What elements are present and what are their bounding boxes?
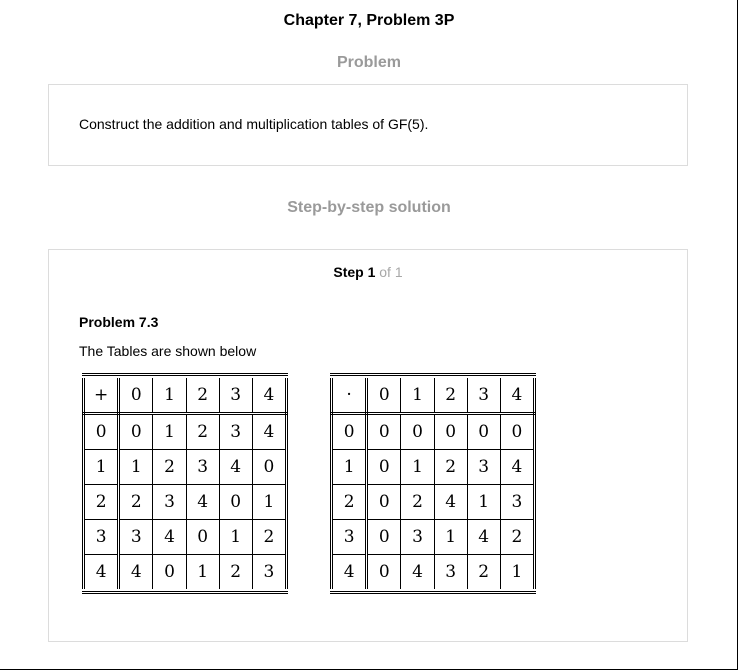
table-cell: 3 [466,449,501,485]
table-header-cell: 2 [185,378,220,415]
table-row: 4 0 4 3 2 1 [329,554,537,589]
table-cell: 3 [218,413,253,450]
table-header-cell: 0 [366,378,402,415]
table-header-cell: 1 [152,378,187,415]
problem-heading: Problem [336,54,401,71]
solution-heading: Step-by-step solution [287,199,451,216]
table-cell: 1 [185,554,220,589]
table-cell: 1 [251,484,289,520]
table-cell: 4 [185,484,220,520]
table-row: 1 0 1 2 3 4 [329,449,537,485]
table-cell: 4 [466,519,501,555]
table-cell: 3 [185,449,220,485]
chapter-title: Chapter 7, Problem 3P [283,12,455,29]
table-cell: 2 [118,484,154,520]
problem-text: Construct the addition and multiplicatio… [79,116,429,132]
table-cell: 1 [433,519,468,555]
table-cell: 0 [433,413,468,450]
solution-card: Step 1 of 1 Problem 7.3 The Tables are s… [48,249,688,642]
table-cell: 0 [185,519,220,555]
table-operator: + [81,378,121,415]
table-cell: 0 [499,413,537,450]
table-row-header: 2 [329,484,369,520]
table-cell: 2 [152,449,187,485]
table-row-header: 1 [329,449,369,485]
table-cell: 0 [218,484,253,520]
table-cell: 4 [218,449,253,485]
addition-table: + 0 1 2 3 4 0 0 1 2 3 4 1 1 2 3 4 0 2 2 … [81,378,289,589]
table-cell: 2 [499,519,537,555]
table-row: 0 0 0 0 0 0 [329,413,537,450]
problem-card: Construct the addition and multiplicatio… [48,84,688,166]
table-row: 0 0 1 2 3 4 [81,413,289,450]
table-row-header: 3 [329,519,369,555]
table-header-cell: 3 [218,378,253,415]
table-cell: 2 [466,554,501,589]
table-row: 4 4 0 1 2 3 [81,554,289,589]
table-cell: 1 [499,554,537,589]
table-row-header: 3 [81,519,121,555]
table-cell: 3 [251,554,289,589]
step-indicator: Step 1 of 1 [49,264,687,280]
table-row-header: 0 [81,413,121,450]
table-cell: 2 [433,449,468,485]
table-cell: 0 [466,413,501,450]
table-row: 3 3 4 0 1 2 [81,519,289,555]
table-cell: 2 [185,413,220,450]
table-cell: 0 [251,449,289,485]
table-row-header: 1 [81,449,121,485]
table-cell: 0 [366,484,402,520]
table-cell: 0 [366,413,402,450]
table-row: 2 0 2 4 1 3 [329,484,537,520]
table-cell: 0 [366,449,402,485]
table-row-header: 4 [329,554,369,589]
step-total: of 1 [379,264,403,280]
multiplication-table: · 0 1 2 3 4 0 0 0 0 0 0 1 0 1 2 3 4 2 0 … [329,378,537,589]
table-cell: 4 [433,484,468,520]
table-row: 1 1 2 3 4 0 [81,449,289,485]
table-cell: 1 [400,449,435,485]
table-cell: 2 [218,554,253,589]
table-cell: 1 [218,519,253,555]
table-header-row: · 0 1 2 3 4 [329,378,537,415]
table-cell: 0 [152,554,187,589]
table-header-cell: 4 [251,378,289,415]
table-header-cell: 4 [499,378,537,415]
table-cell: 4 [400,554,435,589]
table-row-header: 0 [329,413,369,450]
table-cell: 3 [152,484,187,520]
table-cell: 3 [118,519,154,555]
table-cell: 4 [118,554,154,589]
table-row-header: 4 [81,554,121,589]
table-header-cell: 3 [466,378,501,415]
table-operator: · [329,378,369,415]
table-cell: 4 [499,449,537,485]
table-header-cell: 1 [400,378,435,415]
table-cell: 4 [251,413,289,450]
table-cell: 0 [118,413,154,450]
table-header-cell: 2 [433,378,468,415]
step-number: Step 1 [333,264,376,280]
table-cell: 2 [400,484,435,520]
subproblem-title: Problem 7.3 [79,314,159,330]
table-cell: 4 [152,519,187,555]
table-row: 3 0 3 1 4 2 [329,519,537,555]
table-cell: 3 [433,554,468,589]
table-cell: 1 [152,413,187,450]
table-cell: 0 [366,554,402,589]
table-cell: 3 [499,484,537,520]
table-cell: 0 [366,519,402,555]
table-cell: 1 [118,449,154,485]
table-cell: 0 [400,413,435,450]
multiplication-table-wrapper: · 0 1 2 3 4 0 0 0 0 0 0 1 0 1 2 3 4 2 0 … [329,373,537,594]
table-row: 2 2 3 4 0 1 [81,484,289,520]
solution-intro-text: The Tables are shown below [79,343,257,359]
table-row-header: 2 [81,484,121,520]
addition-table-wrapper: + 0 1 2 3 4 0 0 1 2 3 4 1 1 2 3 4 0 2 2 … [81,373,289,594]
table-cell: 3 [400,519,435,555]
table-header-cell: 0 [118,378,154,415]
table-cell: 2 [251,519,289,555]
table-cell: 1 [466,484,501,520]
table-header-row: + 0 1 2 3 4 [81,378,289,415]
